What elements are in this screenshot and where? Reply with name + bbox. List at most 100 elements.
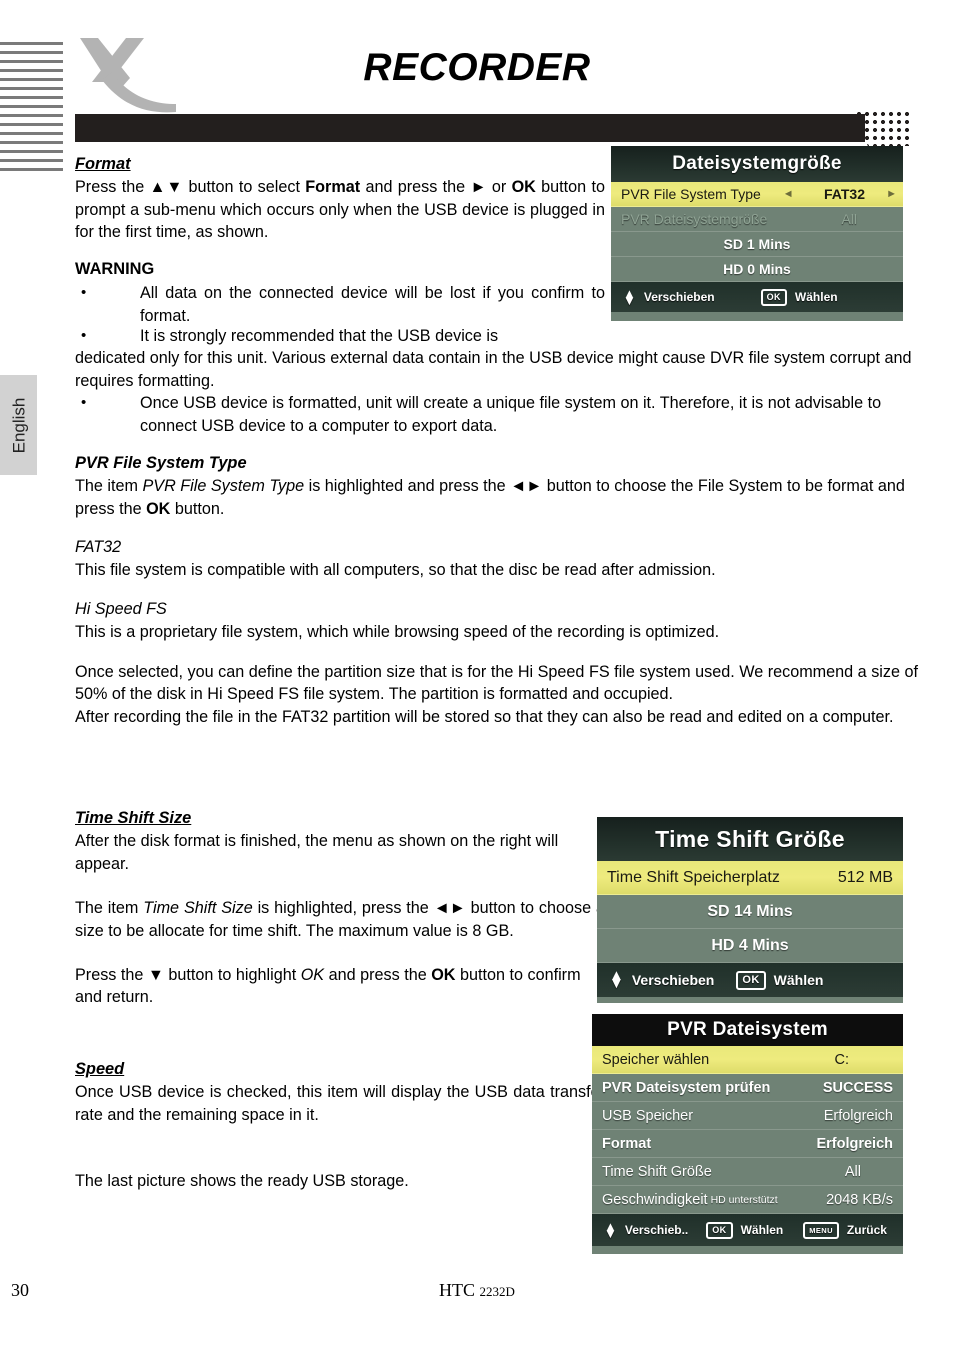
page-title: RECORDER <box>363 46 591 89</box>
osd-hint-move-label: Verschieben <box>631 972 715 988</box>
osd-title: PVR Dateisystem <box>592 1014 903 1046</box>
osd-row-pvr-file-system-type[interactable]: PVR File System Type ◄ FAT32 ► <box>611 182 903 207</box>
format-body-part2: button to select <box>183 178 306 197</box>
format-body-part1: Press the <box>75 178 150 197</box>
pvr-fs-body-part4: button. <box>170 499 225 518</box>
time-shift-size-heading: Time Shift Size <box>75 809 192 827</box>
tss-ok-italic: OK <box>300 966 325 985</box>
osd-row-format: Format Erfolgreich <box>592 1130 903 1158</box>
bullet-icon: • <box>81 327 87 344</box>
osd-row-time-shift-speicherplatz[interactable]: Time Shift Speicherplatz 512 MB <box>597 861 903 895</box>
left-arrow-icon[interactable]: ◄ <box>783 188 794 200</box>
osd-row-hd-capacity: HD 0 Mins <box>611 257 903 282</box>
osd-row-label: HD 4 Mins <box>711 936 789 954</box>
osd-row-label: PVR File System Type <box>621 186 761 202</box>
osd-row-label: PVR Dateisystemgröße <box>621 211 768 227</box>
up-down-arrows-icon: ▲ ▼ <box>623 285 636 308</box>
osd-row-label: SD 14 Mins <box>707 902 793 920</box>
menu-key-icon[interactable]: MENU <box>803 1221 839 1239</box>
format-ok-keyword: OK <box>511 178 536 197</box>
partition-paragraph-1: Once selected, you can define the partit… <box>75 663 918 704</box>
section-fat32: FAT32 This file system is compatible wit… <box>75 536 918 582</box>
osd-screenshot-pvrdateisystem: PVR Dateisystem Speicher wählen C: PVR D… <box>592 1014 903 1254</box>
speed-paragraph-1: Once USB device is checked, this item wi… <box>75 1083 605 1124</box>
format-body-part3: and press the <box>360 178 471 197</box>
osd-row-label: HD 0 Mins <box>723 261 791 277</box>
up-down-arrows-icon: ▲ ▼ <box>604 1218 617 1241</box>
osd-footer-hints: ▲ ▼ Verschieben OK Wählen <box>597 963 903 997</box>
osd-row-label: Time Shift Speicherplatz <box>607 868 780 886</box>
osd-hint-move-label: Verschieben <box>643 290 715 304</box>
list-item: • Once USB device is formatted, unit wil… <box>75 392 918 437</box>
footer-model-prefix: HTC <box>439 1280 480 1300</box>
tss-body-part1: The item <box>75 899 144 918</box>
osd-row-label: Speicher wählen <box>602 1051 710 1068</box>
osd-row-value: SUCCESS <box>822 1079 893 1096</box>
pvr-fs-type-heading: PVR File System Type <box>75 454 247 472</box>
pvr-fs-italic-term: PVR File System Type <box>142 477 305 496</box>
osd-row-value: FAT32 <box>824 186 865 202</box>
warning-list-narrow: • All data on the connected device will … <box>75 282 605 327</box>
osd-row-value: 512 MB <box>837 868 893 886</box>
partition-paragraph-2: After recording the file in the FAT32 pa… <box>75 707 894 726</box>
osd-hint-select-label: Wählen <box>773 972 824 988</box>
osd-screenshot-timeshiftgroesse: Time Shift Größe Time Shift Speicherplat… <box>597 817 903 1003</box>
osd-row-usb-speicher: USB Speicher Erfolgreich <box>592 1102 903 1130</box>
pvr-fs-type-body: The item PVR File System Type is highlig… <box>75 475 918 520</box>
warning-item-1: All data on the connected device will be… <box>140 284 605 325</box>
title-bar <box>75 114 865 142</box>
pvr-fs-body-part1: The item <box>75 477 143 496</box>
fat32-heading: FAT32 <box>75 538 122 556</box>
speed-heading: Speed <box>75 1060 125 1078</box>
format-body-part4: or <box>486 178 512 197</box>
format-keyword: Format <box>305 178 361 197</box>
ok-key-icon[interactable]: OK <box>736 970 766 990</box>
format-body: Press the ▲▼ button to select Format and… <box>75 176 605 243</box>
ok-key-icon[interactable]: OK <box>760 288 787 306</box>
osd-row-label: USB Speicher <box>602 1107 694 1124</box>
osd-hint-select-label: Wählen <box>740 1223 784 1237</box>
list-item: • It is strongly recommended that the US… <box>75 325 918 392</box>
section-pvr-file-system-type: PVR File System Type The item PVR File S… <box>75 452 918 520</box>
section-warning: WARNING • All data on the connected devi… <box>75 258 605 327</box>
fat32-body: This file system is compatible with all … <box>75 561 716 580</box>
speed-paragraph-2: The last picture shows the ready USB sto… <box>75 1172 409 1191</box>
tss-body-part2: is highlighted, press the <box>252 899 434 918</box>
section-hi-speed-fs: Hi Speed FS This is a proprietary file s… <box>75 598 918 644</box>
osd-row-speicher-waehlen[interactable]: Speicher wählen C: <box>592 1046 903 1074</box>
osd-title: Time Shift Größe <box>597 817 903 861</box>
osd-hint-move-label: Verschieb.. <box>624 1223 689 1237</box>
osd-row-value: 2048 KB/s <box>826 1191 893 1208</box>
left-right-arrow-icon: ◄► <box>433 899 466 918</box>
osd-row-value: C: <box>834 1051 850 1068</box>
warning-heading: WARNING <box>75 260 155 278</box>
ok-key-icon[interactable]: OK <box>706 1221 733 1239</box>
time-shift-size-paragraph-3: Press the ▼ button to highlight OK and p… <box>75 964 605 1009</box>
section-partition: Once selected, you can define the partit… <box>75 661 918 728</box>
bullet-icon: • <box>81 284 87 302</box>
hi-speed-fs-body: This is a proprietary file system, which… <box>75 623 720 642</box>
section-time-shift-size: Time Shift Size After the disk format is… <box>75 807 605 1009</box>
osd-row-sublabel: HD unterstützt <box>710 1193 778 1206</box>
osd-row-value: Erfolgreich <box>823 1107 893 1124</box>
language-tab: English <box>0 375 37 475</box>
osd-row-sd-capacity: SD 14 Mins <box>597 895 903 929</box>
osd-row-pvr-dateisystemgroesse: PVR Dateisystemgröße All <box>611 207 903 232</box>
footer-model: HTC 2232D <box>0 1280 954 1301</box>
time-shift-size-paragraph-2: The item Time Shift Size is highlighted,… <box>75 897 605 942</box>
time-shift-size-paragraph-1: After the disk format is finished, the m… <box>75 832 559 873</box>
osd-row-label: Geschwindigkeit <box>602 1191 708 1208</box>
osd-row-label: Time Shift Größe <box>602 1163 712 1180</box>
up-down-arrows-icon: ▲ ▼ <box>609 966 624 992</box>
osd-footer-hints: ▲ ▼ Verschieb.. OK Wählen MENU Zurück <box>592 1214 903 1246</box>
osd-hint-back-label: Zurück <box>846 1223 887 1237</box>
osd-row-time-shift-groesse: Time Shift Größe All <box>592 1158 903 1186</box>
tss-p3-part2: button to highlight <box>163 966 301 985</box>
osd-row-label: Format <box>602 1135 652 1152</box>
tss-italic-term: Time Shift Size <box>143 899 253 918</box>
format-heading: Format <box>75 155 131 173</box>
right-arrow-icon[interactable]: ► <box>886 188 897 200</box>
osd-row-value: Erfolgreich <box>816 1135 893 1152</box>
